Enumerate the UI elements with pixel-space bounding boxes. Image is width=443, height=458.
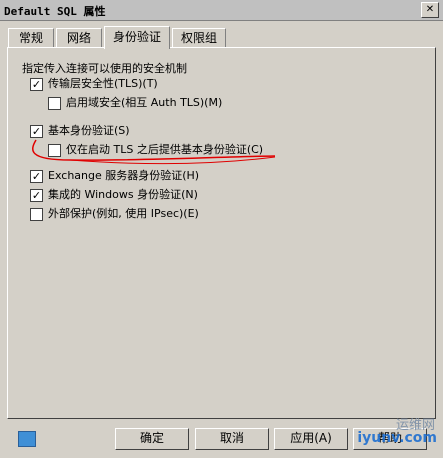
exchange-auth-checkbox[interactable]: ✓ [30,170,43,183]
windows-auth-label: 集成的 Windows 身份验证(N) [48,188,198,201]
exchange-auth-label: Exchange 服务器身份验证(H) [48,169,200,182]
tls-label: 传输层安全性(TLS)(T) [48,77,158,90]
tls-checkbox[interactable]: ✓ [30,78,43,91]
basic-auth-checkbox[interactable]: ✓ [30,125,43,138]
watermark-line2: iyunv.com [357,430,437,446]
section-heading: 指定传入连接可以使用的安全机制 [22,62,187,75]
close-icon[interactable]: ✕ [421,2,439,18]
basic-after-tls-label: 仅在启动 TLS 之后提供基本身份验证(C) [66,143,264,156]
title-bar: Default SQL 属性 ✕ [0,0,443,21]
apply-button[interactable]: 应用(A) [274,428,348,450]
tab-authentication[interactable]: 身份验证 [104,26,170,49]
domain-security-label: 启用域安全(相互 Auth TLS)(M) [66,96,223,109]
domain-security-checkbox[interactable] [48,97,61,110]
tab-permission-groups[interactable]: 权限组 [172,28,226,48]
window-title: Default SQL 属性 [4,5,106,18]
tab-general[interactable]: 常规 [8,28,54,48]
basic-after-tls-checkbox[interactable] [48,144,61,157]
watermark: 运维网 iyunv.com [341,414,441,450]
external-protection-label: 外部保护(例如, 使用 IPsec)(E) [48,207,199,220]
cancel-button[interactable]: 取消 [195,428,269,450]
help-book-icon[interactable] [18,431,36,447]
ok-button[interactable]: 确定 [115,428,189,450]
tab-network[interactable]: 网络 [56,28,102,48]
basic-auth-label: 基本身份验证(S) [48,124,130,137]
external-protection-checkbox[interactable] [30,208,43,221]
windows-auth-checkbox[interactable]: ✓ [30,189,43,202]
